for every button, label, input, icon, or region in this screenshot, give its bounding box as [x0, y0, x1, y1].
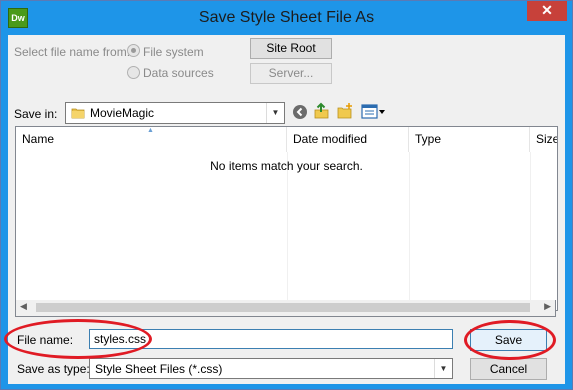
- save-as-type-value: Style Sheet Files (*.css): [95, 362, 223, 376]
- data-sources-label: Data sources: [143, 66, 214, 80]
- column-divider: [530, 152, 531, 310]
- empty-list-message: No items match your search.: [210, 159, 363, 173]
- cancel-button[interactable]: Cancel: [470, 358, 547, 380]
- file-system-radio[interactable]: [127, 44, 140, 57]
- title-bar[interactable]: Dw Save Style Sheet File As ✕: [1, 1, 572, 35]
- folder-icon: [71, 106, 85, 119]
- column-name-label: Name: [22, 132, 55, 146]
- column-header-size[interactable]: Size: [530, 127, 557, 152]
- save-button[interactable]: Save: [470, 329, 547, 351]
- save-dialog: Dw Save Style Sheet File As ✕ Select fil…: [0, 0, 573, 390]
- column-divider: [409, 152, 410, 310]
- chevron-down-icon[interactable]: ▼: [266, 103, 284, 123]
- server-button[interactable]: Server...: [250, 63, 332, 84]
- save-as-type-dropdown[interactable]: Style Sheet Files (*.css) ▼: [89, 358, 453, 379]
- column-divider: [287, 152, 288, 310]
- site-root-button[interactable]: Site Root: [250, 38, 332, 59]
- column-header-type[interactable]: Type: [409, 127, 530, 152]
- current-folder-name: MovieMagic: [90, 106, 155, 120]
- back-icon[interactable]: [292, 104, 308, 120]
- scroll-left-icon[interactable]: ◀: [20, 301, 27, 312]
- save-in-label: Save in:: [14, 107, 58, 121]
- column-header-name[interactable]: Name ▲: [16, 127, 287, 152]
- source-label: Select file name from:: [14, 45, 131, 59]
- chevron-down-icon[interactable]: ▼: [434, 359, 452, 378]
- dialog-body: Select file name from: File system Data …: [4, 35, 565, 384]
- scrollbar-thumb[interactable]: [36, 303, 530, 312]
- dialog-title: Save Style Sheet File As: [198, 9, 375, 26]
- file-name-label: File name:: [17, 333, 74, 347]
- save-in-dropdown[interactable]: MovieMagic ▼: [65, 102, 285, 124]
- column-header-date-modified[interactable]: Date modified: [287, 127, 409, 152]
- file-system-label: File system: [143, 45, 204, 59]
- scroll-right-icon[interactable]: ▶: [544, 301, 551, 312]
- file-list[interactable]: Name ▲ Date modified Type Size No items …: [15, 126, 558, 311]
- close-button[interactable]: ✕: [527, 1, 567, 21]
- horizontal-scrollbar[interactable]: ◀ ▶: [15, 300, 556, 317]
- sort-ascending-icon: ▲: [147, 127, 154, 134]
- file-name-input[interactable]: styles.css: [89, 329, 453, 349]
- view-menu-icon[interactable]: [361, 103, 387, 120]
- data-sources-radio[interactable]: [127, 66, 140, 79]
- save-as-type-label: Save as type:: [17, 362, 90, 376]
- up-folder-icon[interactable]: [313, 102, 331, 120]
- new-folder-icon[interactable]: [336, 102, 354, 120]
